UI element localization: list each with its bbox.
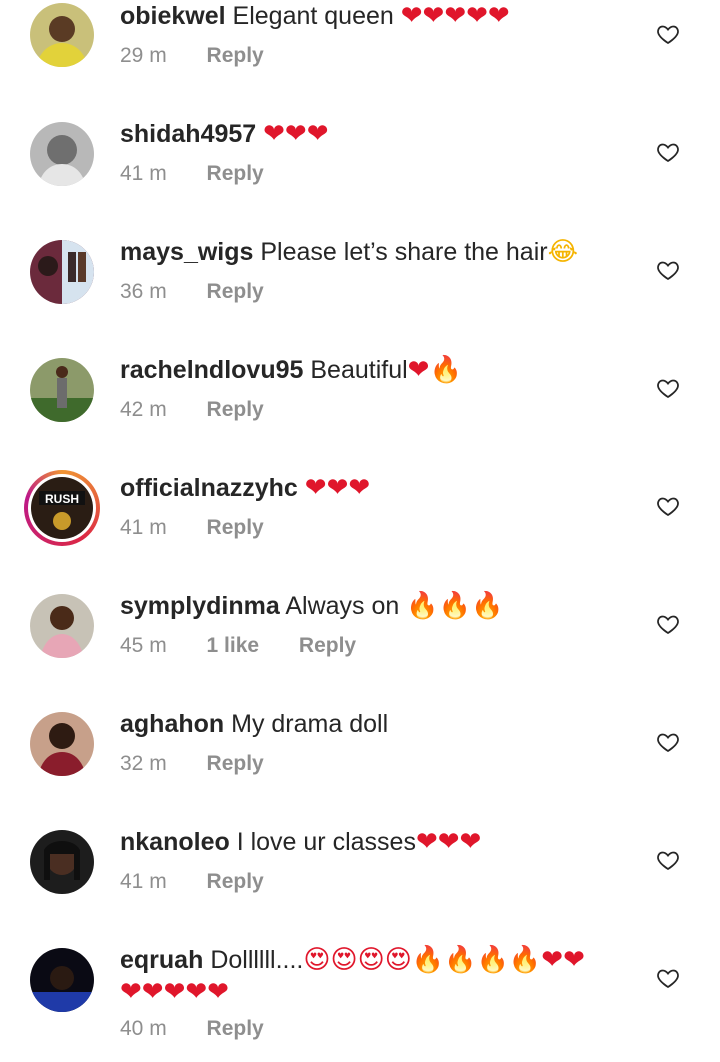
- comment-username[interactable]: mays_wigs: [120, 238, 253, 266]
- comment-username[interactable]: obiekwel: [120, 2, 226, 30]
- heart-outline-icon[interactable]: [656, 612, 680, 636]
- comment-text: Dollllll....: [210, 946, 304, 974]
- comment-line: rachelndlovu95 Beautiful❤🔥: [120, 352, 640, 388]
- emoji-group: ❤❤❤: [304, 473, 371, 503]
- avatar[interactable]: [30, 122, 94, 186]
- comment-meta: 41 m Reply: [120, 867, 298, 897]
- comment-time: 42 m: [120, 398, 167, 421]
- comment-time: 40 m: [120, 1017, 167, 1040]
- comment-line: mays_wigs Please let’s share the hair😂: [120, 234, 640, 270]
- heart-outline-icon[interactable]: [656, 730, 680, 754]
- heart-outline-icon[interactable]: [656, 258, 680, 282]
- comment-time: 45 m: [120, 634, 167, 657]
- comment-time: 41 m: [120, 516, 167, 539]
- comment-meta: 29 m Reply: [120, 41, 298, 71]
- comment-time: 36 m: [120, 280, 167, 303]
- comment-meta: 36 m Reply: [120, 277, 298, 307]
- avatar-logo-text: RUSH: [45, 492, 79, 506]
- comment-line: officialnazzyhc ❤❤❤: [120, 470, 640, 506]
- heart-outline-icon[interactable]: [656, 494, 680, 518]
- avatar[interactable]: [30, 358, 94, 422]
- reply-button[interactable]: Reply: [207, 1017, 264, 1040]
- heart-outline-icon[interactable]: [656, 966, 680, 990]
- reply-button[interactable]: Reply: [299, 634, 356, 657]
- avatar[interactable]: [30, 712, 94, 776]
- comment-line: nkanoleo I love ur classes❤❤❤: [120, 824, 640, 860]
- comment-username[interactable]: officialnazzyhc: [120, 474, 298, 502]
- comment-line: eqruah Dollllll....😍😍😍😍🔥🔥🔥🔥❤❤: [120, 942, 640, 978]
- comment-username[interactable]: shidah4957: [120, 120, 256, 148]
- likes-count[interactable]: 1 like: [207, 634, 260, 657]
- comment-time: 29 m: [120, 44, 167, 67]
- comment-meta: 41 m Reply: [120, 159, 298, 189]
- comments-list: obiekwel Elegant queen ❤❤❤❤❤ 29 m Reply …: [0, 0, 720, 1062]
- comment-time: 41 m: [120, 870, 167, 893]
- avatar[interactable]: [30, 948, 94, 1012]
- comment-meta: 32 m Reply: [120, 749, 298, 779]
- emoji-group: ❤❤❤: [263, 119, 329, 149]
- comment-text: My drama doll: [231, 710, 389, 738]
- reply-button[interactable]: Reply: [207, 162, 264, 185]
- emoji-group: ❤🔥: [407, 355, 462, 385]
- comment-meta: 42 m Reply: [120, 395, 298, 425]
- emoji-group: 🔥🔥🔥: [406, 591, 504, 621]
- emoji-group: ❤❤❤❤❤: [120, 977, 229, 1007]
- comment-line: symplydinma Always on 🔥🔥🔥: [120, 588, 640, 624]
- emoji-group: ❤❤❤: [415, 827, 482, 857]
- avatar-story-ring[interactable]: RUSH: [24, 470, 100, 546]
- comment-meta: 41 m Reply: [120, 513, 298, 543]
- comment-meta: 40 m Reply: [120, 1014, 298, 1044]
- avatar[interactable]: [30, 594, 94, 658]
- comment-username[interactable]: nkanoleo: [120, 828, 230, 856]
- emoji-group: ❤❤❤❤❤: [400, 1, 510, 31]
- heart-outline-icon[interactable]: [656, 376, 680, 400]
- comment-time: 32 m: [120, 752, 167, 775]
- reply-button[interactable]: Reply: [207, 752, 264, 775]
- comment-username[interactable]: symplydinma: [120, 592, 280, 620]
- reply-button[interactable]: Reply: [207, 280, 264, 303]
- comment-meta: 45 m 1 like Reply: [120, 631, 390, 661]
- reply-button[interactable]: Reply: [207, 516, 264, 539]
- comment-text: Always on: [285, 592, 400, 620]
- comment-text: Elegant queen: [232, 2, 394, 30]
- comment-line-continued: ❤❤❤❤❤: [120, 974, 640, 1010]
- avatar[interactable]: [30, 3, 94, 67]
- comment-text: Please let’s share the hair: [260, 238, 548, 266]
- comment-text: I love ur classes: [236, 828, 416, 856]
- comment-line: aghahon My drama doll: [120, 706, 640, 742]
- comment-username[interactable]: aghahon: [120, 710, 224, 738]
- reply-button[interactable]: Reply: [207, 44, 264, 67]
- avatar[interactable]: [30, 830, 94, 894]
- comment-time: 41 m: [120, 162, 167, 185]
- heart-outline-icon[interactable]: [656, 140, 680, 164]
- comment-username[interactable]: rachelndlovu95: [120, 356, 303, 384]
- reply-button[interactable]: Reply: [207, 398, 264, 421]
- emoji-group: 😍😍😍😍🔥🔥🔥🔥❤❤: [303, 945, 585, 975]
- heart-outline-icon[interactable]: [656, 848, 680, 872]
- heart-outline-icon[interactable]: [656, 22, 680, 46]
- avatar[interactable]: [30, 240, 94, 304]
- comment-text: Beautiful: [310, 356, 408, 384]
- comment-line: obiekwel Elegant queen ❤❤❤❤❤: [120, 0, 640, 34]
- reply-button[interactable]: Reply: [207, 870, 264, 893]
- comment-username[interactable]: eqruah: [120, 946, 203, 974]
- comment-line: shidah4957 ❤❤❤: [120, 116, 640, 152]
- emoji-group: 😂: [547, 237, 578, 267]
- avatar: RUSH: [31, 477, 93, 539]
